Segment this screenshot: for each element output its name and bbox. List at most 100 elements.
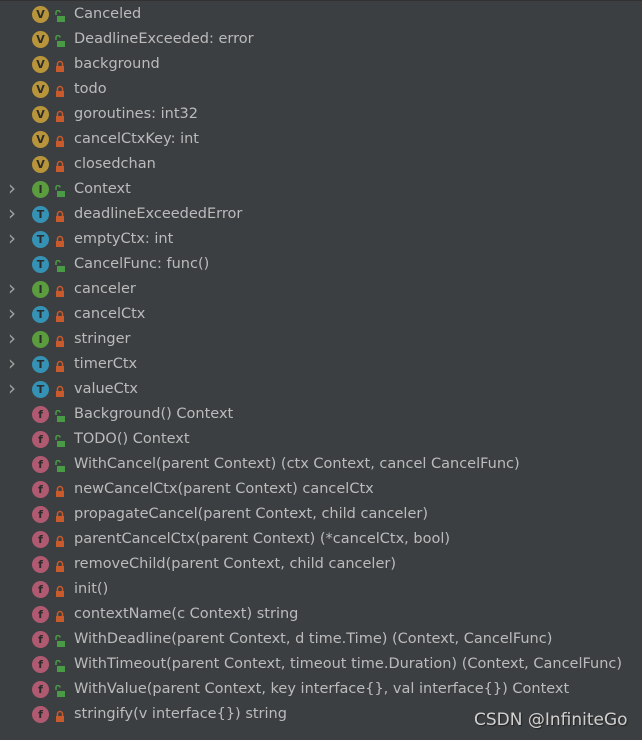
tree-item-label: todo (74, 81, 107, 97)
tree-item[interactable]: f WithTimeout(parent Context, timeout tim… (0, 652, 642, 677)
function-icon: f (32, 456, 49, 473)
variable-icon: V (32, 131, 49, 148)
function-icon: f (32, 706, 49, 723)
tree-item[interactable]: › TcancelCtx (0, 302, 642, 327)
function-icon: f (32, 506, 49, 523)
tree-item[interactable]: f WithValue(parent Context, key interface… (0, 677, 642, 702)
variable-icon: V (32, 81, 49, 98)
function-icon: f (32, 656, 49, 673)
tree-item-label: closedchan (74, 156, 156, 172)
lock-icon (54, 133, 66, 147)
tree-item-label: valueCtx (74, 381, 138, 397)
unlocked-icon (54, 683, 66, 697)
tree-item-label: WithTimeout(parent Context, timeout time… (74, 656, 623, 672)
tree-item[interactable]: › Icanceler (0, 277, 642, 302)
chevron-right-icon[interactable]: › (8, 203, 20, 223)
unlocked-icon (54, 8, 66, 22)
interface-icon: I (32, 331, 49, 348)
top-border (0, 0, 642, 1)
variable-icon: V (32, 6, 49, 23)
tree-item[interactable]: f WithCancel(parent Context) (ctx Context… (0, 452, 642, 477)
tree-item-label: stringify(v interface{}) string (74, 706, 287, 722)
chevron-right-icon[interactable]: › (8, 278, 20, 298)
lock-icon (54, 558, 66, 572)
tree-item[interactable]: › Istringer (0, 327, 642, 352)
tree-item[interactable]: › TemptyCtx: int (0, 227, 642, 252)
tree-item-label: Background() Context (74, 406, 234, 422)
tree-item[interactable]: f parentCancelCtx(parent Context) (*cance… (0, 527, 642, 552)
tree-item-label: TODO() Context (74, 431, 190, 447)
lock-icon (54, 108, 66, 122)
tree-item-label: Context (74, 181, 131, 197)
chevron-right-icon[interactable]: › (8, 303, 20, 323)
unlocked-icon (54, 633, 66, 647)
tree-item[interactable]: Vtodo (0, 77, 642, 102)
lock-icon (54, 308, 66, 322)
unlocked-icon (54, 408, 66, 422)
tree-item[interactable]: f TODO() Context (0, 427, 642, 452)
lock-icon (54, 708, 66, 722)
tree-item[interactable]: › TdeadlineExceededError (0, 202, 642, 227)
lock-icon (54, 608, 66, 622)
tree-item[interactable]: f removeChild(parent Context, child cance… (0, 552, 642, 577)
variable-icon: V (32, 106, 49, 123)
tree-item[interactable]: f newCancelCtx(parent Context) cancelCtx (0, 477, 642, 502)
tree-item[interactable]: VcancelCtxKey: int (0, 127, 642, 152)
tree-item-label: emptyCtx: int (74, 231, 174, 247)
tree-item-label: WithCancel(parent Context) (ctx Context,… (74, 456, 520, 472)
lock-icon (54, 233, 66, 247)
tree-item-label: goroutines: int32 (74, 106, 199, 122)
tree-item-label: WithValue(parent Context, key interface{… (74, 681, 570, 697)
watermark: CSDN @InfiniteGo (474, 710, 628, 730)
tree-item-label: Canceled (74, 6, 142, 22)
tree-item-label: deadlineExceededError (74, 206, 243, 222)
lock-icon (54, 158, 66, 172)
interface-icon: I (32, 281, 49, 298)
tree-item[interactable]: f init() (0, 577, 642, 602)
chevron-right-icon[interactable]: › (8, 328, 20, 348)
tree-item-label: newCancelCtx(parent Context) cancelCtx (74, 481, 374, 497)
chevron-right-icon[interactable]: › (8, 353, 20, 373)
tree-item[interactable]: Vclosedchan (0, 152, 642, 177)
unlocked-icon (54, 433, 66, 447)
lock-icon (54, 83, 66, 97)
function-icon: f (32, 581, 49, 598)
tree-item-label: init() (74, 581, 109, 597)
chevron-right-icon[interactable]: › (8, 378, 20, 398)
lock-icon (54, 533, 66, 547)
unlocked-icon (54, 658, 66, 672)
unlocked-icon (54, 183, 66, 197)
lock-icon (54, 208, 66, 222)
lock-icon (54, 58, 66, 72)
chevron-right-icon[interactable]: › (8, 228, 20, 248)
tree-item-label: timerCtx (74, 356, 138, 372)
tree-item[interactable]: › I Context (0, 177, 642, 202)
function-icon: f (32, 431, 49, 448)
type-icon: T (32, 256, 49, 273)
function-icon: f (32, 481, 49, 498)
function-icon: f (32, 531, 49, 548)
tree-item[interactable]: T CancelFunc: func() (0, 252, 642, 277)
type-icon: T (32, 356, 49, 373)
tree-item-label: removeChild(parent Context, child cancel… (74, 556, 396, 572)
tree-item-label: cancelCtx (74, 306, 146, 322)
tree-item-label: WithDeadline(parent Context, d time.Time… (74, 631, 553, 647)
chevron-right-icon[interactable]: › (8, 178, 20, 198)
tree-item[interactable]: f WithDeadline(parent Context, d time.Tim… (0, 627, 642, 652)
tree-item[interactable]: V Canceled (0, 2, 642, 27)
tree-item[interactable]: f propagateCancel(parent Context, child c… (0, 502, 642, 527)
function-icon: f (32, 631, 49, 648)
tree-item[interactable]: › TtimerCtx (0, 352, 642, 377)
tree-item[interactable]: V DeadlineExceeded: error (0, 27, 642, 52)
tree-item-label: CancelFunc: func() (74, 256, 210, 272)
structure-tree: V Canceled V DeadlineExceeded: error Vbackgr… (0, 2, 642, 727)
tree-item[interactable]: › TvalueCtx (0, 377, 642, 402)
unlocked-icon (54, 33, 66, 47)
tree-item[interactable]: f contextName(c Context) string (0, 602, 642, 627)
tree-item[interactable]: Vbackground (0, 52, 642, 77)
tree-item-label: propagateCancel(parent Context, child ca… (74, 506, 428, 522)
tree-item[interactable]: f Background() Context (0, 402, 642, 427)
interface-icon: I (32, 181, 49, 198)
lock-icon (54, 508, 66, 522)
tree-item[interactable]: Vgoroutines: int32 (0, 102, 642, 127)
